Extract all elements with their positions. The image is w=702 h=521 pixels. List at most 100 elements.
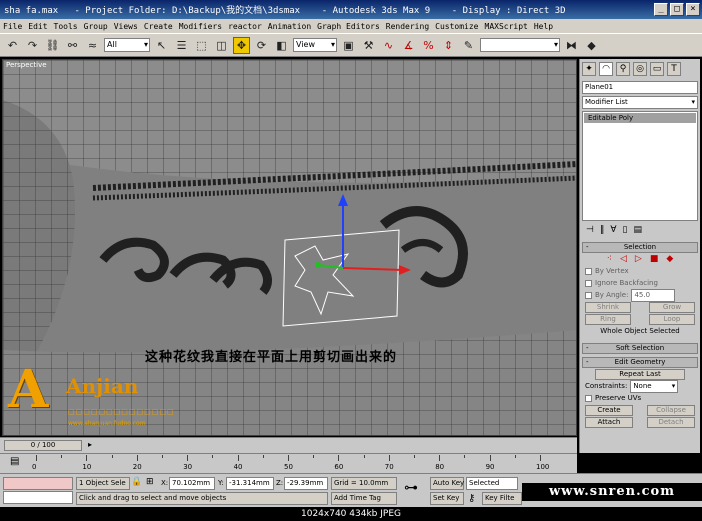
menu-rendering[interactable]: Rendering: [383, 22, 432, 31]
by-vertex-row[interactable]: By Vertex: [580, 265, 700, 277]
ignore-backfacing-row[interactable]: Ignore Backfacing: [580, 277, 700, 289]
next-frame-icon[interactable]: ▸: [88, 440, 92, 449]
menu-maxscript[interactable]: MAXScript: [482, 22, 531, 31]
lock-icon[interactable]: 🔒: [131, 477, 142, 487]
select-manipulate-icon[interactable]: ⚒: [360, 37, 377, 54]
angle-value-field[interactable]: 45.0: [631, 288, 676, 302]
spinner-snap-icon[interactable]: ⇕: [440, 37, 457, 54]
select-rotate-icon[interactable]: ⟳: [253, 37, 270, 54]
ring-button[interactable]: Ring: [585, 313, 631, 325]
angle-snap-icon[interactable]: ∡: [400, 37, 417, 54]
unlink-icon[interactable]: ⚯: [64, 37, 81, 54]
select-move-icon[interactable]: ✥: [233, 36, 250, 54]
pivot-center-icon[interactable]: ▣: [340, 37, 357, 54]
element-icon[interactable]: ◆: [666, 254, 673, 264]
mini-curve-icon[interactable]: ▤: [10, 456, 19, 467]
edit-geometry-rollout[interactable]: Edit Geometry: [582, 357, 698, 368]
named-selection-dropdown[interactable]: [480, 38, 560, 52]
select-by-name-icon[interactable]: ☰: [173, 37, 190, 54]
mirror-icon[interactable]: ⧓: [563, 37, 580, 54]
key-icon[interactable]: ⊶: [404, 480, 418, 496]
menu-create[interactable]: Create: [141, 22, 176, 31]
menu-reactor[interactable]: reactor: [225, 22, 265, 31]
minimize-button[interactable]: _: [654, 3, 668, 16]
preserve-uvs-checkbox[interactable]: [585, 394, 592, 402]
track-bar[interactable]: ▤ 0 10 20 30 40 50 60 70 80 90 100: [0, 453, 577, 473]
selection-filter-dropdown[interactable]: All: [104, 38, 150, 52]
create-tab-icon[interactable]: ✦: [582, 62, 596, 76]
border-icon[interactable]: ▷: [635, 254, 642, 264]
selection-rollout[interactable]: Selection: [582, 242, 698, 253]
maximize-button[interactable]: □: [670, 3, 684, 16]
grow-button[interactable]: Grow: [649, 301, 695, 313]
shrink-button[interactable]: Shrink: [585, 301, 631, 313]
viewport-label[interactable]: Perspective: [6, 61, 47, 69]
menu-animation[interactable]: Animation: [265, 22, 314, 31]
menu-edit[interactable]: Edit: [25, 22, 50, 31]
bind-space-warp-icon[interactable]: ≈: [84, 37, 101, 54]
maxscript-listener-field[interactable]: [3, 477, 73, 490]
menu-views[interactable]: Views: [111, 22, 141, 31]
modifier-list-dropdown[interactable]: Modifier List: [582, 96, 698, 109]
z-coordinate-field[interactable]: -29.39mm: [284, 477, 328, 490]
preserve-uvs-row[interactable]: Preserve UVs: [580, 392, 700, 404]
attach-button[interactable]: Attach: [585, 416, 633, 428]
edge-icon[interactable]: ◁: [620, 254, 627, 264]
pin-stack-icon[interactable]: ⊣: [586, 225, 594, 237]
rect-selection-icon[interactable]: ⬚: [193, 37, 210, 54]
display-tab-icon[interactable]: ▭: [650, 62, 664, 76]
collapse-button[interactable]: Collapse: [647, 404, 695, 416]
time-slider-track[interactable]: 0 / 100 ▸: [0, 437, 577, 453]
menu-tools[interactable]: Tools: [51, 22, 81, 31]
vertex-icon[interactable]: ⁖: [607, 254, 612, 264]
selected-dropdown[interactable]: Selected: [466, 477, 518, 490]
repeat-last-button[interactable]: Repeat Last: [595, 368, 685, 380]
time-slider[interactable]: 0 / 100: [4, 440, 82, 451]
loop-button[interactable]: Loop: [649, 313, 695, 325]
menu-modifiers[interactable]: Modifiers: [176, 22, 225, 31]
absolute-mode-icon[interactable]: ⊞: [146, 477, 154, 487]
set-key-icon[interactable]: ⚷: [468, 493, 475, 504]
stack-item-editable-poly[interactable]: Editable Poly: [584, 113, 696, 123]
edit-named-selection-icon[interactable]: ✎: [460, 37, 477, 54]
by-angle-checkbox[interactable]: [585, 291, 592, 299]
window-crossing-icon[interactable]: ◫: [213, 37, 230, 54]
polygon-icon[interactable]: ■: [650, 254, 659, 264]
configure-sets-icon[interactable]: ▤: [633, 225, 642, 237]
menu-file[interactable]: File: [0, 22, 25, 31]
menu-graph-editors[interactable]: Graph Editors: [314, 22, 383, 31]
ref-coord-dropdown[interactable]: View: [293, 38, 337, 52]
align-icon[interactable]: ◆: [583, 37, 600, 54]
utilities-tab-icon[interactable]: T: [667, 62, 681, 76]
x-coordinate-field[interactable]: 70.102mm: [169, 477, 215, 490]
percent-snap-icon[interactable]: %: [420, 37, 437, 54]
menu-customize[interactable]: Customize: [432, 22, 481, 31]
close-button[interactable]: ×: [686, 3, 700, 16]
menu-help[interactable]: Help: [531, 22, 556, 31]
maxscript-output-field[interactable]: [3, 491, 73, 504]
by-angle-row[interactable]: By Angle: 45.0: [580, 288, 700, 302]
detach-button[interactable]: Detach: [647, 416, 695, 428]
constraints-dropdown[interactable]: None: [630, 379, 679, 393]
show-end-result-icon[interactable]: ‖: [600, 225, 605, 237]
add-time-tag-button[interactable]: Add Time Tag: [331, 492, 397, 505]
key-filters-button[interactable]: Key Filte: [482, 492, 522, 505]
make-unique-icon[interactable]: ∀: [610, 225, 616, 237]
y-coordinate-field[interactable]: -31.314mm: [226, 477, 274, 490]
select-object-icon[interactable]: ↖: [153, 37, 170, 54]
set-key-button[interactable]: Set Key: [430, 492, 464, 505]
create-button[interactable]: Create: [585, 404, 633, 416]
soft-selection-rollout[interactable]: Soft Selection: [582, 343, 698, 354]
motion-tab-icon[interactable]: ◎: [633, 62, 647, 76]
ignore-backfacing-checkbox[interactable]: [585, 279, 592, 287]
menu-group[interactable]: Group: [81, 22, 111, 31]
modify-tab-icon[interactable]: ◠: [599, 62, 613, 76]
undo-icon[interactable]: ↶: [4, 37, 21, 54]
redo-icon[interactable]: ↷: [24, 37, 41, 54]
by-vertex-checkbox[interactable]: [585, 267, 592, 275]
auto-key-button[interactable]: Auto Key: [430, 477, 464, 490]
snap-toggle-icon[interactable]: ∿: [380, 37, 397, 54]
hierarchy-tab-icon[interactable]: ⚲: [616, 62, 630, 76]
link-icon[interactable]: ⛓: [44, 37, 61, 54]
object-name-field[interactable]: Plane01: [582, 81, 698, 94]
